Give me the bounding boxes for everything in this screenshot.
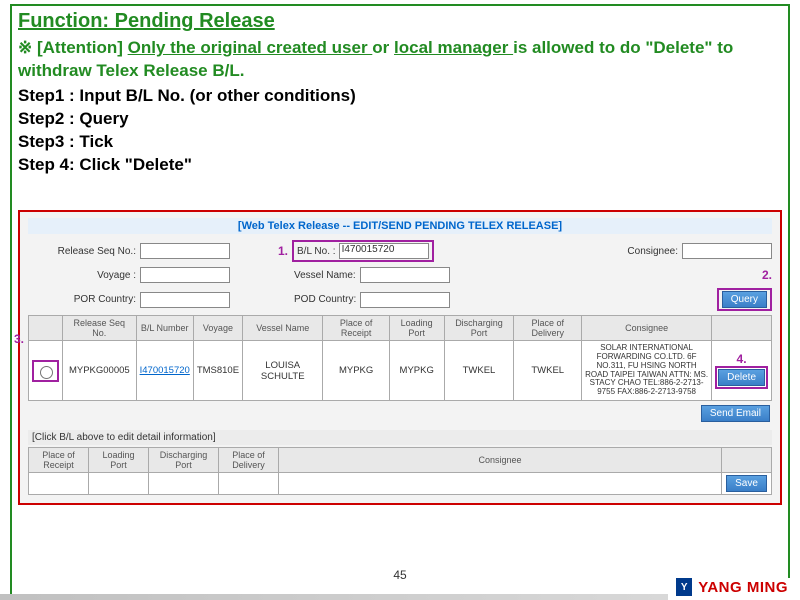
consignee-input[interactable] bbox=[682, 243, 772, 259]
results-table: Release Seq No. B/L Number Voyage Vessel… bbox=[28, 315, 772, 401]
table-row[interactable]: 3. MYPKG00005 I470015720 TMS810E LOUISA … bbox=[29, 341, 772, 401]
callout-2: 2. bbox=[762, 268, 772, 282]
callout-3: 3. bbox=[14, 332, 24, 346]
window-title: [Web Telex Release -- EDIT/SEND PENDING … bbox=[28, 218, 772, 234]
pod-country-input[interactable] bbox=[360, 292, 450, 308]
label-vessel-name: Vessel Name: bbox=[294, 270, 356, 281]
hint-text: [Click B/L above to edit detail informat… bbox=[28, 430, 772, 445]
page-title: Function: Pending Release bbox=[18, 10, 782, 33]
vessel-name-input[interactable] bbox=[360, 267, 450, 283]
app-screenshot: [Web Telex Release -- EDIT/SEND PENDING … bbox=[18, 210, 782, 505]
save-button[interactable]: Save bbox=[726, 475, 767, 492]
callout-4: 4. bbox=[737, 352, 747, 366]
voyage-input[interactable] bbox=[140, 267, 230, 283]
query-highlight: Query bbox=[717, 288, 772, 311]
steps-list: Step1 : Input B/L No. (or other conditio… bbox=[18, 85, 782, 177]
label-por-country: POR Country: bbox=[28, 294, 136, 305]
bl-field-highlight: B/L No. : I470015720 bbox=[292, 240, 434, 262]
brand-name: YANG MING bbox=[698, 579, 788, 596]
delete-button[interactable]: Delete bbox=[718, 369, 765, 386]
label-voyage: Voyage : bbox=[28, 270, 136, 281]
label-consignee: Consignee: bbox=[627, 246, 678, 257]
release-seq-input[interactable] bbox=[140, 243, 230, 259]
row-radio[interactable] bbox=[40, 366, 53, 379]
bl-number-link[interactable]: I470015720 bbox=[140, 365, 190, 376]
bl-no-input[interactable]: I470015720 bbox=[339, 243, 429, 259]
query-button[interactable]: Query bbox=[722, 291, 767, 308]
brand-logo-icon: Y bbox=[676, 578, 692, 596]
footer: Y YANG MING bbox=[0, 574, 800, 600]
label-pod-country: POD Country: bbox=[294, 294, 356, 305]
label-bl-no: B/L No. : bbox=[297, 246, 336, 257]
callout-1: 1. bbox=[278, 244, 288, 258]
detail-table: Place of Receipt Loading Port Dischargin… bbox=[28, 447, 772, 495]
attention-text: ※ [Attention] Only the original created … bbox=[18, 37, 782, 83]
label-release-seq: Release Seq No.: bbox=[28, 246, 136, 257]
send-email-button[interactable]: Send Email bbox=[701, 405, 770, 422]
por-country-input[interactable] bbox=[140, 292, 230, 308]
